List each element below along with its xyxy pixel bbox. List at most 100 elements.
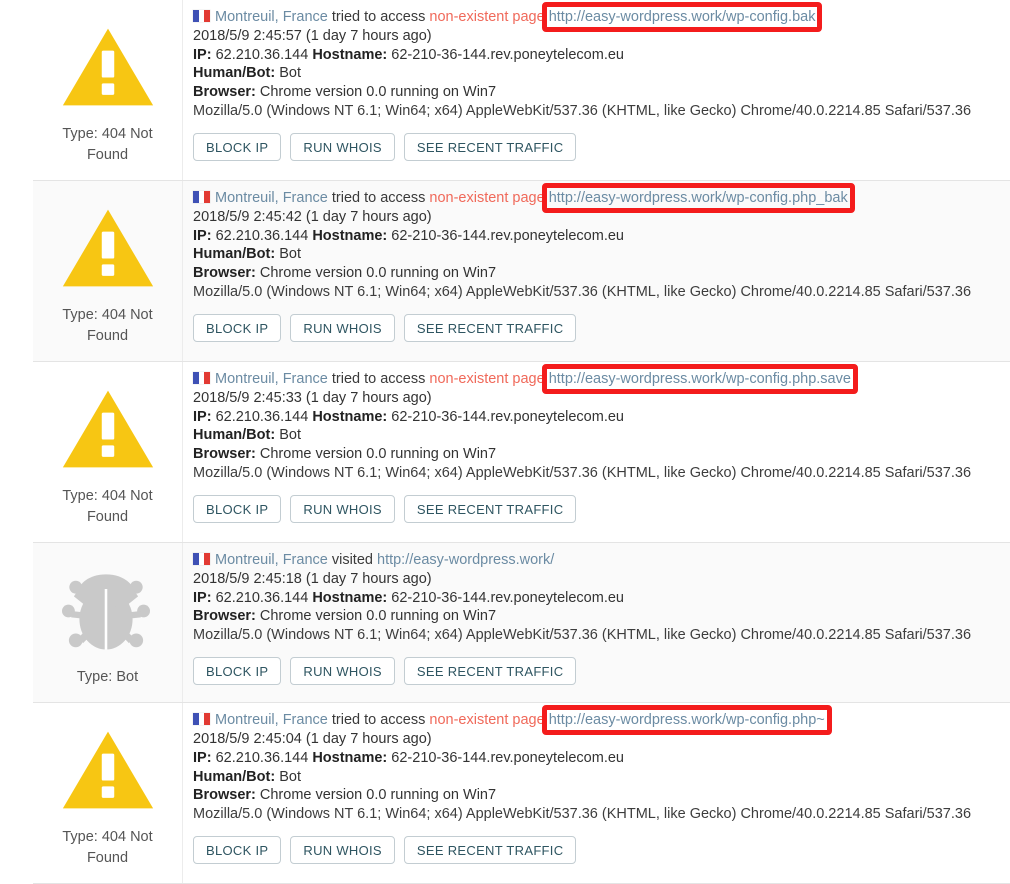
browser-line: Browser: Chrome version 0.0 running on W…	[193, 445, 1010, 464]
event-timestamp: 2018/5/9 2:45:57 (1 day 7 hours ago)	[193, 27, 432, 44]
event-url-wrapper: http://easy-wordpress.work/	[377, 552, 554, 568]
browser-value: Chrome version 0.0 running on Win7	[259, 84, 497, 101]
see-recent-traffic-button[interactable]: SEE RECENT TRAFFIC	[403, 657, 577, 686]
block-ip-button[interactable]: BLOCK IP	[193, 657, 282, 686]
hostname-value: 62-210-36-144.rev.poneytelecom.eu	[391, 408, 624, 425]
event-type-cell: Type: 404 Not Found	[33, 362, 183, 543]
see-recent-traffic-button[interactable]: SEE RECENT TRAFFIC	[403, 132, 577, 161]
user-agent-line: Mozilla/5.0 (Windows NT 6.1; Win64; x64)…	[193, 102, 972, 119]
block-ip-button[interactable]: BLOCK IP	[193, 313, 282, 342]
human-bot-label: Human/Bot:	[193, 65, 276, 82]
hostname-label: Hostname:	[312, 46, 388, 63]
event-url-link[interactable]: http://easy-wordpress.work/wp-config.php…	[549, 190, 848, 206]
event-alert-text: non-existent page	[429, 712, 545, 729]
hostname-label: Hostname:	[312, 749, 388, 766]
event-location[interactable]: Montreuil, France	[215, 552, 328, 568]
event-timestamp: 2018/5/9 2:45:42 (1 day 7 hours ago)	[193, 208, 432, 225]
event-type-label: Type: 404 Not Found	[62, 126, 153, 164]
ip-label: IP:	[193, 408, 212, 425]
user-agent-line: Mozilla/5.0 (Windows NT 6.1; Win64; x64)…	[193, 627, 972, 644]
event-location[interactable]: Montreuil, France	[215, 712, 328, 728]
browser-line: Browser: Chrome version 0.0 running on W…	[193, 786, 1010, 805]
warning-triangle-icon	[60, 205, 156, 291]
warning-triangle-icon	[60, 386, 156, 472]
event-location[interactable]: Montreuil, France	[215, 190, 328, 206]
run-whois-button[interactable]: RUN WHOIS	[290, 835, 395, 864]
human-bot-value: Bot	[279, 768, 301, 785]
event-type-cell: Type: 404 Not Found	[33, 703, 183, 884]
event-url-link[interactable]: http://easy-wordpress.work/wp-config.php…	[549, 371, 851, 387]
ip-label: IP:	[193, 46, 212, 63]
browser-label: Browser:	[193, 446, 256, 463]
human-bot-line: Human/Bot: Bot	[193, 64, 1010, 83]
block-ip-button[interactable]: BLOCK IP	[193, 835, 282, 864]
browser-label: Browser:	[193, 84, 256, 101]
block-ip-button[interactable]: BLOCK IP	[193, 494, 282, 523]
human-bot-value: Bot	[279, 246, 301, 263]
event-url-wrapper: http://easy-wordpress.work/wp-config.bak	[549, 9, 816, 25]
hostname-label: Hostname:	[312, 408, 388, 425]
human-bot-label: Human/Bot:	[193, 246, 276, 263]
human-bot-line: Human/Bot: Bot	[193, 245, 1010, 264]
warning-triangle-icon	[60, 24, 156, 110]
see-recent-traffic-button[interactable]: SEE RECENT TRAFFIC	[403, 835, 577, 864]
event-detail-cell: Montreuil, France tried to access non-ex…	[183, 703, 1010, 878]
browser-label: Browser:	[193, 608, 256, 625]
ip-hostname-line: IP: 62.210.36.144 Hostname: 62-210-36-14…	[193, 408, 1010, 427]
hostname-value: 62-210-36-144.rev.poneytelecom.eu	[391, 227, 624, 244]
browser-value: Chrome version 0.0 running on Win7	[259, 787, 497, 804]
event-detail-cell: Montreuil, France tried to access non-ex…	[183, 0, 1010, 175]
event-timestamp: 2018/5/9 2:45:33 (1 day 7 hours ago)	[193, 389, 432, 406]
browser-line: Browser: Chrome version 0.0 running on W…	[193, 607, 1010, 626]
event-alert-text: non-existent page	[429, 371, 545, 388]
bug-icon	[60, 567, 156, 653]
event-headline: Montreuil, France tried to access non-ex…	[193, 370, 1010, 389]
hostname-label: Hostname:	[312, 589, 388, 606]
ip-label: IP:	[193, 227, 212, 244]
ip-label: IP:	[193, 589, 212, 606]
event-url-link[interactable]: http://easy-wordpress.work/wp-config.php…	[549, 712, 825, 728]
event-url-wrapper: http://easy-wordpress.work/wp-config.php…	[549, 712, 825, 728]
browser-line: Browser: Chrome version 0.0 running on W…	[193, 264, 1010, 283]
event-url-link[interactable]: http://easy-wordpress.work/wp-config.bak	[549, 9, 816, 25]
event-timestamp: 2018/5/9 2:45:04 (1 day 7 hours ago)	[193, 730, 432, 747]
event-headline: Montreuil, France tried to access non-ex…	[193, 8, 1010, 27]
human-bot-label: Human/Bot:	[193, 768, 276, 785]
see-recent-traffic-button[interactable]: SEE RECENT TRAFFIC	[403, 494, 577, 523]
event-detail-cell: Montreuil, France tried to access non-ex…	[183, 181, 1010, 356]
ip-hostname-line: IP: 62.210.36.144 Hostname: 62-210-36-14…	[193, 749, 1010, 768]
human-bot-label: Human/Bot:	[193, 427, 276, 444]
security-event-feed: Type: 404 Not Found Montreuil, France tr…	[33, 0, 1010, 884]
event-location[interactable]: Montreuil, France	[215, 9, 328, 25]
event-action-text: tried to access	[331, 371, 426, 388]
warning-triangle-icon	[60, 727, 156, 813]
hostname-label: Hostname:	[312, 227, 388, 244]
event-headline: Montreuil, France tried to access non-ex…	[193, 189, 1010, 208]
human-bot-line: Human/Bot: Bot	[193, 768, 1010, 787]
ip-value: 62.210.36.144	[215, 749, 309, 766]
france-flag-icon	[193, 713, 210, 726]
event-action-buttons: BLOCK IP RUN WHOIS SEE RECENT TRAFFIC	[193, 132, 1010, 175]
event-action-buttons: BLOCK IP RUN WHOIS SEE RECENT TRAFFIC	[193, 494, 1010, 537]
event-location[interactable]: Montreuil, France	[215, 371, 328, 387]
event-alert-text: non-existent page	[429, 190, 545, 207]
see-recent-traffic-button[interactable]: SEE RECENT TRAFFIC	[403, 313, 577, 342]
event-action-text: visited	[331, 552, 373, 569]
run-whois-button[interactable]: RUN WHOIS	[290, 494, 395, 523]
event-action-buttons: BLOCK IP RUN WHOIS SEE RECENT TRAFFIC	[193, 835, 1010, 878]
event-action-text: tried to access	[331, 712, 426, 729]
event-url-link[interactable]: http://easy-wordpress.work/	[377, 552, 554, 568]
run-whois-button[interactable]: RUN WHOIS	[290, 132, 395, 161]
ip-value: 62.210.36.144	[215, 46, 309, 63]
hostname-value: 62-210-36-144.rev.poneytelecom.eu	[391, 749, 624, 766]
browser-value: Chrome version 0.0 running on Win7	[259, 265, 497, 282]
user-agent-line: Mozilla/5.0 (Windows NT 6.1; Win64; x64)…	[193, 284, 972, 301]
france-flag-icon	[193, 191, 210, 204]
run-whois-button[interactable]: RUN WHOIS	[290, 313, 395, 342]
ip-label: IP:	[193, 749, 212, 766]
browser-label: Browser:	[193, 265, 256, 282]
ip-value: 62.210.36.144	[215, 589, 309, 606]
run-whois-button[interactable]: RUN WHOIS	[290, 657, 395, 686]
event-type-label: Type: Bot	[76, 669, 139, 686]
block-ip-button[interactable]: BLOCK IP	[193, 132, 282, 161]
